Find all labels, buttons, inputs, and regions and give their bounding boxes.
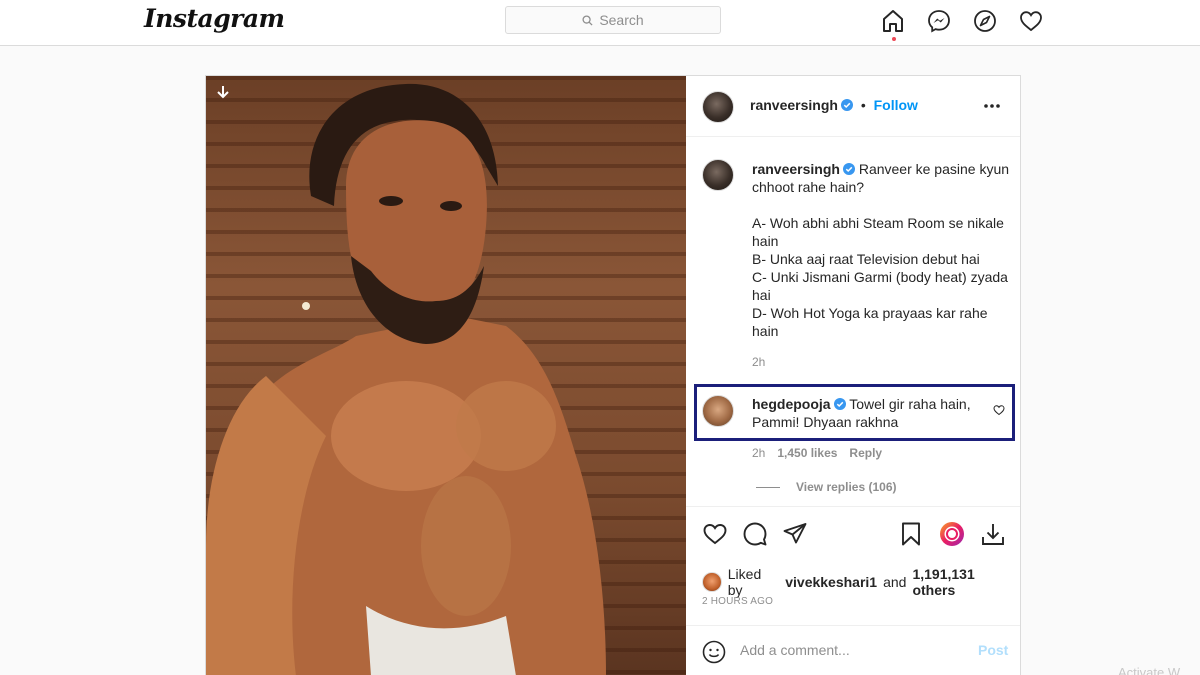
download-arrow-icon[interactable] xyxy=(214,84,232,102)
likes-count[interactable]: 1,191,131 others xyxy=(912,566,1020,598)
caption-body: Ranveer ke pasine kyun chhoot rahe hain?… xyxy=(752,161,1010,339)
messenger-icon xyxy=(928,10,950,33)
emoji-icon[interactable] xyxy=(702,640,726,664)
commenter-username[interactable]: hegdepooja xyxy=(752,396,831,412)
liked-by: Liked by vivekkeshari1 and 1,191,131 oth… xyxy=(702,566,1020,598)
share-button[interactable] xyxy=(782,521,808,547)
comment-text: hegdepooja Towel gir raha hain, Pammi! D… xyxy=(752,395,988,431)
like-button[interactable] xyxy=(702,521,728,547)
search-input[interactable]: Search xyxy=(505,6,721,34)
paper-plane-icon xyxy=(783,523,807,544)
highlighted-comment: hegdepooja Towel gir raha hain, Pammi! D… xyxy=(694,384,1015,441)
home-icon xyxy=(883,10,903,32)
notification-dot xyxy=(892,37,896,41)
comment-button[interactable] xyxy=(742,521,768,547)
liker-avatar[interactable] xyxy=(702,572,722,592)
author-username[interactable]: ranveersingh xyxy=(750,97,838,113)
heart-icon xyxy=(1020,11,1042,32)
view-replies-button[interactable]: View replies (106) xyxy=(756,480,897,494)
comment-likes[interactable]: 1,450 likes xyxy=(777,446,837,460)
heart-icon xyxy=(703,524,727,545)
author-avatar[interactable] xyxy=(702,91,734,123)
post-actions: Liked by vivekkeshari1 and 1,191,131 oth… xyxy=(686,506,1020,675)
add-comment-input[interactable]: Add a comment... xyxy=(740,642,850,658)
verified-badge-icon xyxy=(842,163,855,175)
comment-bubble-icon xyxy=(743,522,767,546)
home-button[interactable] xyxy=(880,8,906,41)
caption-text: ranveersingh Ranveer ke pasine kyun chho… xyxy=(752,160,1012,340)
liked-by-joiner: and xyxy=(883,574,907,590)
caption-time: 2h xyxy=(752,355,766,369)
download-icon xyxy=(982,524,1004,545)
instagram-logo[interactable]: Instagram xyxy=(144,4,285,33)
caption-author-avatar[interactable] xyxy=(702,159,734,191)
verified-badge-icon xyxy=(833,398,846,410)
liked-by-prefix: Liked by xyxy=(727,566,762,598)
add-comment-bar: Add a comment... Post xyxy=(686,625,1020,675)
download-button[interactable] xyxy=(980,521,1006,547)
messenger-button[interactable] xyxy=(926,8,952,34)
comment-meta: 2h 1,450 likes Reply xyxy=(752,446,882,460)
extension-ring-icon xyxy=(940,522,964,546)
extension-button[interactable] xyxy=(939,521,965,547)
explore-button[interactable] xyxy=(972,8,998,34)
caption-author[interactable]: ranveersingh xyxy=(752,161,840,177)
activity-button[interactable] xyxy=(1018,8,1044,34)
view-replies-label: View replies (106) xyxy=(796,480,897,494)
search-placeholder: Search xyxy=(599,12,644,28)
post-comment-button[interactable]: Post xyxy=(978,642,1008,658)
comment-time: 2h xyxy=(752,446,766,460)
post-card: ranveersingh • Follow ranveersingh Ranve… xyxy=(205,75,1021,675)
follow-button[interactable]: Follow xyxy=(874,97,918,113)
separator-dot: • xyxy=(860,97,866,113)
post-header: ranveersingh • Follow xyxy=(686,76,1020,137)
compass-icon xyxy=(974,10,996,32)
search-icon xyxy=(582,14,593,26)
comment-like-heart-icon[interactable] xyxy=(993,404,1005,416)
post-photo[interactable] xyxy=(206,76,686,675)
reply-button[interactable]: Reply xyxy=(849,446,882,460)
commenter-avatar[interactable] xyxy=(702,395,734,427)
more-options-icon[interactable] xyxy=(982,98,1002,114)
verified-badge-icon xyxy=(840,99,853,111)
activate-windows-watermark: Activate W xyxy=(1118,665,1181,675)
top-nav: Instagram Search xyxy=(0,0,1200,46)
save-button[interactable] xyxy=(898,521,924,547)
replies-divider xyxy=(756,486,780,488)
bookmark-icon xyxy=(902,522,920,546)
post-photo-illustration xyxy=(206,83,606,675)
liker-username[interactable]: vivekkeshari1 xyxy=(785,574,877,590)
post-timestamp[interactable]: 2 HOURS AGO xyxy=(702,596,773,607)
post-sidebar: ranveersingh • Follow ranveersingh Ranve… xyxy=(686,76,1020,675)
